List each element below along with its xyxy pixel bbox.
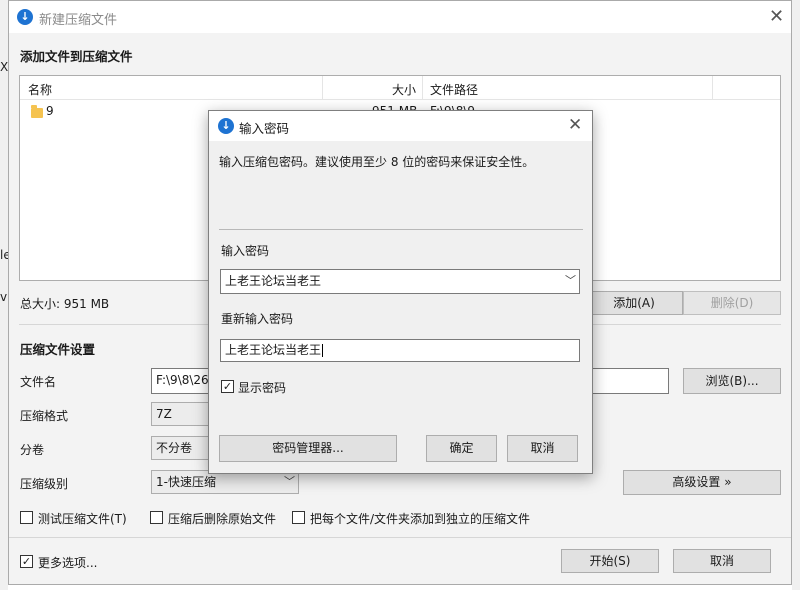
divider [219, 229, 583, 230]
advanced-settings-button[interactable]: 高级设置 » [623, 470, 781, 495]
cancel-button[interactable]: 取消 [673, 549, 771, 573]
close-icon[interactable]: ✕ [769, 8, 784, 26]
password-dialog: ↓ 输入密码 ✕ 输入压缩包密码。建议使用至少 8 位的密码来保证安全性。 输入… [208, 110, 593, 474]
level-label: 压缩级别 [20, 477, 69, 491]
option-label: 压缩后删除原始文件 [168, 512, 277, 526]
filename-label: 文件名 [20, 375, 57, 389]
file-list-header: 名称 大小 文件路径 [20, 76, 780, 100]
start-button[interactable]: 开始(S) [561, 549, 659, 573]
format-value: 7Z [156, 407, 172, 421]
browse-button[interactable]: 浏览(B)... [683, 368, 781, 394]
checkbox[interactable] [150, 511, 163, 524]
password-input[interactable]: 上老王论坛当老王 ﹀ [220, 269, 580, 294]
checkbox-checked[interactable]: ✓ [20, 555, 33, 568]
folder-icon [31, 105, 43, 118]
column-divider[interactable] [322, 76, 323, 100]
column-header-name[interactable]: 名称 [28, 81, 52, 98]
more-options-label: 更多选项... [38, 556, 98, 570]
checkbox-checked[interactable]: ✓ [221, 380, 234, 393]
window-titlebar: ↓ 新建压缩文件 ✕ [9, 1, 791, 33]
column-divider[interactable] [712, 76, 713, 100]
row-name: 9 [46, 104, 54, 118]
password-label: 输入密码 [221, 244, 270, 258]
level-value: 1-快速压缩 [156, 475, 216, 489]
text-cursor [322, 344, 324, 357]
show-password-label: 显示密码 [238, 381, 287, 395]
dialog-title: 输入密码 [239, 121, 290, 136]
desktop-background-right [792, 0, 800, 590]
checkbox[interactable] [292, 511, 305, 524]
split-value: 不分卷 [156, 441, 193, 455]
column-header-size[interactable]: 大小 [392, 81, 416, 98]
total-size-label: 总大小: 951 MB [20, 297, 110, 311]
split-label: 分卷 [20, 443, 45, 457]
reenter-password-value: 上老王论坛当老王 [225, 343, 322, 357]
settings-title: 压缩文件设置 [20, 342, 96, 357]
ok-button[interactable]: 确定 [426, 435, 497, 462]
chevron-down-icon[interactable]: ﹀ [565, 270, 576, 292]
option-label: 测试压缩文件(T) [38, 512, 127, 526]
column-divider[interactable] [422, 76, 423, 100]
section-add-title: 添加文件到压缩文件 [20, 49, 133, 64]
format-label: 压缩格式 [20, 409, 69, 423]
dialog-cancel-button[interactable]: 取消 [507, 435, 578, 462]
divider [9, 537, 791, 538]
close-icon[interactable]: ✕ [568, 116, 582, 134]
delete-button[interactable]: 删除(D) [683, 291, 781, 315]
chevron-down-icon: ﹀ [284, 475, 295, 488]
column-header-path[interactable]: 文件路径 [430, 81, 478, 98]
app-logo-icon: ↓ [17, 9, 33, 25]
window-title: 新建压缩文件 [39, 13, 118, 28]
option-label: 把每个文件/文件夹添加到独立的压缩文件 [310, 512, 531, 526]
reenter-password-input[interactable]: 上老王论坛当老王 [220, 339, 580, 362]
checkbox[interactable] [20, 511, 33, 524]
password-manager-button[interactable]: 密码管理器... [219, 435, 397, 462]
dialog-description: 输入压缩包密码。建议使用至少 8 位的密码来保证安全性。 [219, 155, 535, 169]
add-button[interactable]: 添加(A) [585, 291, 683, 315]
app-logo-icon: ↓ [218, 118, 234, 134]
reenter-password-label: 重新输入密码 [221, 312, 294, 326]
dialog-titlebar: ↓ 输入密码 ✕ [209, 111, 592, 141]
password-value: 上老王论坛当老王 [225, 274, 322, 288]
